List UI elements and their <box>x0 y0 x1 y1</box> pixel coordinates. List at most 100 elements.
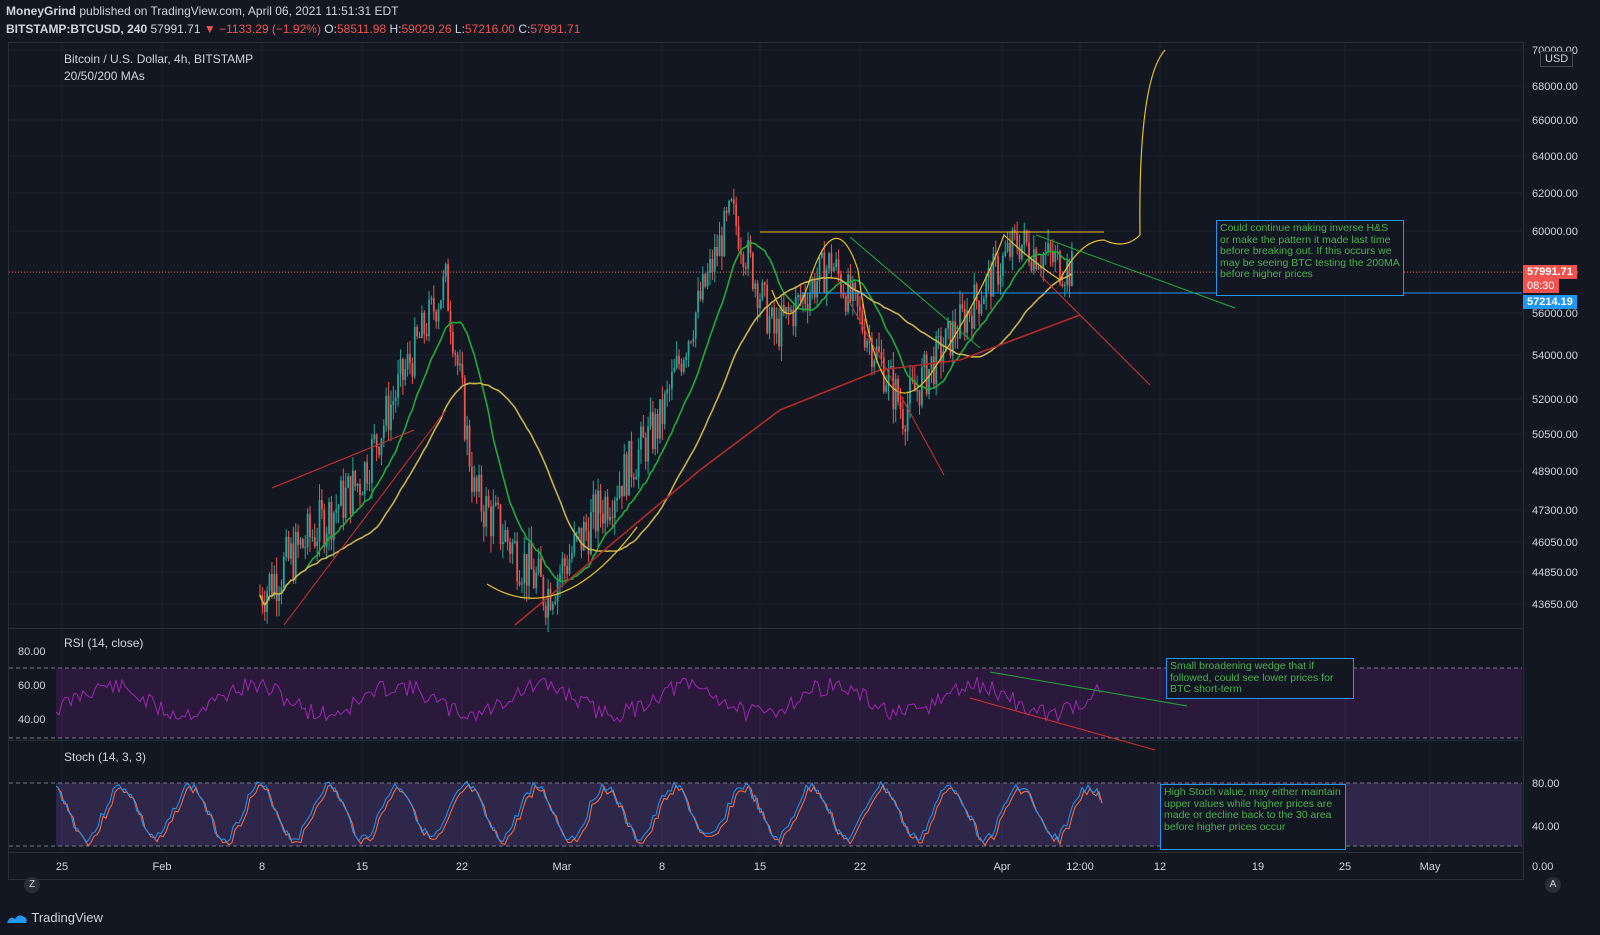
stoch-title: Stoch (14, 3, 3) <box>64 750 147 764</box>
candle-body <box>1016 232 1019 248</box>
candle-body <box>1030 262 1033 271</box>
candle-body <box>661 399 664 425</box>
stoch-annotation[interactable]: High Stoch value, may either maintain up… <box>1160 784 1346 850</box>
candle-body <box>321 500 323 510</box>
candle-body <box>811 280 814 294</box>
candle-body <box>997 255 999 285</box>
main-annotation[interactable]: Could continue making inverse H&S or mak… <box>1216 220 1404 296</box>
footer-bar <box>0 903 1600 935</box>
candle-body <box>521 583 523 585</box>
candle-body <box>694 312 697 339</box>
candle-body <box>1051 252 1054 263</box>
price-tick-label: 62000.00 <box>1532 188 1578 200</box>
candle-body <box>901 409 904 430</box>
candle-body <box>387 395 390 431</box>
rsi-title: RSI (14, close) <box>64 636 144 650</box>
candle-body <box>1061 283 1064 286</box>
candle-body <box>506 530 509 542</box>
candle-body <box>816 281 819 298</box>
candle-body <box>923 354 926 368</box>
candle-body <box>656 413 659 439</box>
stoch-tick-label: 80.00 <box>1532 778 1560 790</box>
candle-body <box>490 506 492 537</box>
candle-body <box>340 480 342 506</box>
candle-body <box>935 336 938 385</box>
candle-body <box>359 483 361 496</box>
candle-body <box>285 536 288 558</box>
rsi-annotation[interactable]: Small broadening wedge that if followed,… <box>1166 658 1354 699</box>
price-tick-label: 68000.00 <box>1532 81 1578 93</box>
time-tick-label: Feb <box>153 861 172 873</box>
candle-body <box>287 536 290 559</box>
candle-body <box>1006 242 1009 252</box>
candle-body <box>323 509 326 548</box>
candle-body <box>961 304 964 309</box>
candle-body <box>406 353 409 369</box>
candle-body <box>878 346 880 352</box>
time-tick-label: Mar <box>553 861 572 873</box>
candle-body <box>318 500 321 542</box>
candle-body <box>773 307 776 334</box>
candle-body <box>599 490 602 514</box>
candle-body <box>378 446 380 456</box>
candle-body <box>916 389 919 392</box>
candle-body <box>709 258 711 273</box>
currency-label[interactable]: USD <box>1540 51 1574 67</box>
candle-body <box>301 539 304 548</box>
candle-body <box>735 203 738 226</box>
candle-body <box>978 300 980 314</box>
candle-body <box>956 337 959 339</box>
price-tick-label: 44850.00 <box>1532 567 1578 579</box>
candle-body <box>613 500 616 518</box>
candle-body <box>904 429 907 432</box>
candle-body <box>749 240 752 254</box>
candle-body <box>1063 284 1066 286</box>
candle-body <box>706 272 709 287</box>
zoom-button[interactable]: Z <box>24 877 40 893</box>
stoch-tick-label: 0.00 <box>1532 861 1553 873</box>
candle-body <box>649 411 652 427</box>
candle-body <box>673 367 676 373</box>
candle-body <box>268 574 271 592</box>
candle-body <box>382 425 385 439</box>
candle-body <box>990 268 992 297</box>
candle-body <box>675 355 678 368</box>
candle-body <box>497 502 499 505</box>
candle-body <box>601 513 604 524</box>
candle-body <box>344 487 347 518</box>
candle-body <box>1071 251 1073 287</box>
candle-body <box>751 253 754 289</box>
candle-body <box>744 267 747 269</box>
tradingview-brand[interactable]: TradingView <box>6 910 103 925</box>
candle-body <box>909 377 911 405</box>
candle-body <box>409 353 411 364</box>
time-tick-label: 15 <box>754 861 766 873</box>
time-tick-label: 8 <box>259 861 265 873</box>
candle-body <box>540 558 542 577</box>
auto-scale-button[interactable]: A <box>1545 877 1561 893</box>
price-tick-label: 46050.00 <box>1532 537 1578 549</box>
candle-body <box>411 363 414 377</box>
candle-body <box>1037 266 1040 270</box>
candle-body <box>861 311 864 332</box>
candle-body <box>487 496 490 507</box>
candle-body <box>828 253 830 270</box>
candle-body <box>985 277 988 299</box>
candle-body <box>835 259 838 268</box>
price-tick-label: 48900.00 <box>1532 466 1578 478</box>
candle-body <box>754 283 757 289</box>
candle-body <box>778 318 780 347</box>
candle-body <box>466 425 469 440</box>
time-tick-label: 12:00 <box>1066 861 1094 873</box>
candle-body <box>480 474 483 512</box>
candle-body <box>349 476 352 514</box>
candle-body <box>840 274 842 293</box>
candle-body <box>761 282 764 299</box>
chart-canvas[interactable]: 70000.0068000.0066000.0064000.0062000.00… <box>0 0 1600 935</box>
candle-body <box>401 358 404 380</box>
candle-body <box>566 566 569 575</box>
candle-body <box>492 505 495 537</box>
candle-body <box>485 496 488 527</box>
candle-body <box>635 477 638 480</box>
candle-body <box>813 280 816 298</box>
